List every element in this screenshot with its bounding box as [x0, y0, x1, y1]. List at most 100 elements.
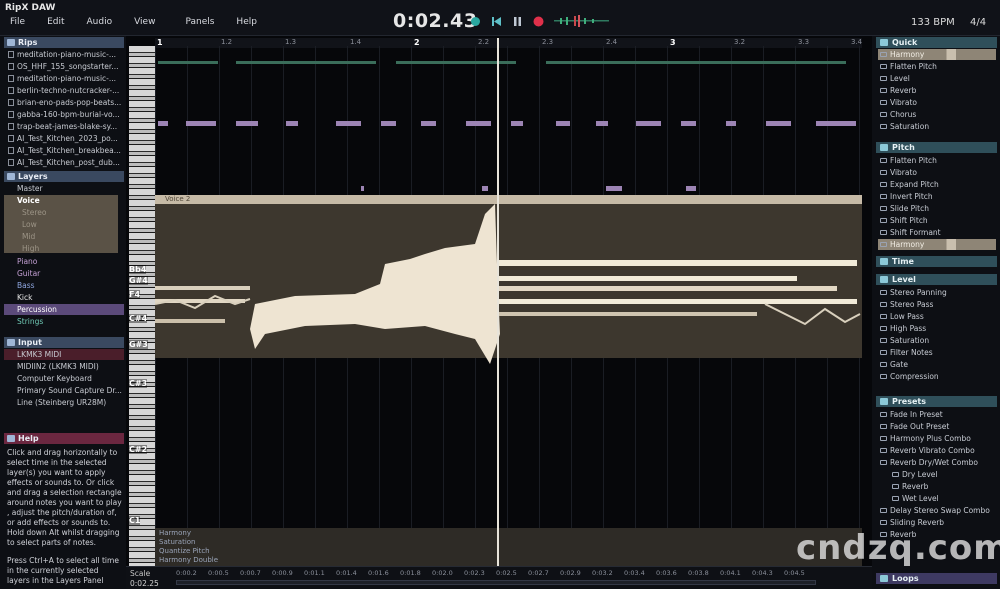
time-header[interactable]: Time: [876, 256, 997, 267]
level-compression[interactable]: Compression: [878, 371, 996, 382]
voice-note[interactable]: [155, 319, 225, 323]
rip-item[interactable]: trap-beat-james-blake-sy...: [4, 121, 124, 132]
rip-item[interactable]: gabba-160-bpm-burial-vo...: [4, 109, 124, 120]
percussion-note[interactable]: [482, 186, 488, 191]
preset-item[interactable]: Reverb Vibrato Combo: [878, 445, 996, 456]
percussion-note[interactable]: [726, 121, 736, 126]
piano-keys[interactable]: [129, 46, 155, 566]
menu-panels[interactable]: Panels: [185, 17, 214, 27]
layer-master[interactable]: Master: [4, 183, 124, 194]
voice-note[interactable]: [155, 286, 250, 290]
effect-flatten-pitch[interactable]: Flatten Pitch: [878, 61, 996, 72]
help-header[interactable]: Help: [4, 433, 124, 444]
pitch-flatten[interactable]: Flatten Pitch: [878, 155, 996, 166]
menu-audio[interactable]: Audio: [87, 17, 113, 27]
voice-sub-mid[interactable]: Mid: [4, 231, 124, 242]
timeline-bar[interactable]: Scale 0:00.2 0:00.5 0:00.7 0:00.9 0:01.1…: [126, 566, 872, 589]
preset-item[interactable]: Reverb Dry/Wet Combo: [878, 457, 996, 468]
input-item[interactable]: LKMK3 MIDI: [4, 349, 124, 360]
voice-sub-high[interactable]: High: [4, 243, 124, 254]
lane-saturation[interactable]: Saturation: [159, 538, 196, 546]
rips-header[interactable]: Rips: [4, 37, 124, 48]
menu-edit[interactable]: Edit: [47, 17, 64, 27]
preset-item[interactable]: Fade Out Preset: [878, 421, 996, 432]
voice-note[interactable]: [497, 312, 757, 316]
rip-item[interactable]: AI_Test_Kitchen_breakbea...: [4, 145, 124, 156]
percussion-note[interactable]: [186, 121, 216, 126]
effect-vibrato[interactable]: Vibrato: [878, 97, 996, 108]
loop-icon[interactable]: [470, 16, 481, 27]
lane-quantize-pitch[interactable]: Quantize Pitch: [159, 547, 210, 555]
pause-icon[interactable]: [512, 16, 523, 27]
lane-harmony[interactable]: Harmony: [159, 529, 191, 537]
voice-note[interactable]: [497, 286, 837, 291]
voice-blob[interactable]: [250, 204, 500, 364]
layer-voice[interactable]: Voice: [4, 195, 124, 206]
layer-piano[interactable]: Piano: [4, 256, 124, 267]
effect-chorus[interactable]: Chorus: [878, 109, 996, 120]
preset-subitem[interactable]: Wet Level: [878, 493, 996, 504]
strings-note[interactable]: [158, 61, 218, 64]
rip-item[interactable]: AI_Test_Kitchen_post_dub...: [4, 157, 124, 168]
rip-item[interactable]: OS_HHF_155_songstarter...: [4, 61, 124, 72]
voice-note[interactable]: [497, 276, 797, 281]
playhead[interactable]: [497, 38, 499, 568]
voice-sub-stereo[interactable]: Stereo: [4, 207, 124, 218]
pitch-shift[interactable]: Shift Pitch: [878, 215, 996, 226]
input-item[interactable]: Primary Sound Capture Dr...: [4, 385, 124, 396]
level-low-pass[interactable]: Low Pass: [878, 311, 996, 322]
loops-header[interactable]: Loops: [876, 573, 997, 584]
effect-level[interactable]: Level: [878, 73, 996, 84]
level-saturation[interactable]: Saturation: [878, 335, 996, 346]
tempo-display[interactable]: 133 BPM: [911, 17, 955, 28]
rip-item[interactable]: meditation-piano-music-...: [4, 49, 124, 60]
percussion-note[interactable]: [286, 121, 298, 126]
input-header[interactable]: Input: [4, 337, 124, 348]
level-high-pass[interactable]: High Pass: [878, 323, 996, 334]
voice-sub-low[interactable]: Low: [4, 219, 124, 230]
preset-item[interactable]: Delay Stereo Swap Combo: [878, 505, 996, 516]
percussion-note[interactable]: [636, 121, 661, 126]
percussion-note[interactable]: [681, 121, 696, 126]
rewind-icon[interactable]: [491, 16, 502, 27]
layer-kick[interactable]: Kick: [4, 292, 124, 303]
percussion-note[interactable]: [466, 121, 491, 126]
percussion-note[interactable]: [158, 121, 168, 126]
pitch-shift-formant[interactable]: Shift Formant: [878, 227, 996, 238]
effect-lanes[interactable]: Harmony Saturation Quantize Pitch Harmon…: [155, 528, 862, 566]
rip-item[interactable]: AI_Test_Kitchen_2023_po...: [4, 133, 124, 144]
presets-header[interactable]: Presets: [876, 396, 997, 407]
level-stereo-panning[interactable]: Stereo Panning: [878, 287, 996, 298]
layers-header[interactable]: Layers: [4, 171, 124, 182]
rip-item[interactable]: meditation-piano-music-...: [4, 73, 124, 84]
preset-subitem[interactable]: Reverb: [878, 481, 996, 492]
pitch-vibrato[interactable]: Vibrato: [878, 167, 996, 178]
percussion-note[interactable]: [556, 121, 570, 126]
rip-item[interactable]: berlin-techno-nutcracker-...: [4, 85, 124, 96]
preset-item[interactable]: Sliding Reverb: [878, 517, 996, 528]
level-filter-notes[interactable]: Filter Notes: [878, 347, 996, 358]
input-item[interactable]: Computer Keyboard: [4, 373, 124, 384]
rip-item[interactable]: brian-eno-pads-pop-beats...: [4, 97, 124, 108]
pitch-header[interactable]: Pitch: [876, 142, 997, 153]
effect-harmony[interactable]: Harmony: [878, 49, 996, 60]
menu-help[interactable]: Help: [236, 17, 257, 27]
voice-layer-bar[interactable]: Voice 2: [155, 195, 862, 204]
voice-note[interactable]: [497, 299, 857, 304]
input-item[interactable]: MIDIIN2 (LKMK3 MIDI): [4, 361, 124, 372]
level-stereo-pass[interactable]: Stereo Pass: [878, 299, 996, 310]
input-item[interactable]: Line (Steinberg UR28M): [4, 397, 124, 408]
layer-bass[interactable]: Bass: [4, 280, 124, 291]
pitch-expand[interactable]: Expand Pitch: [878, 179, 996, 190]
strings-note[interactable]: [546, 61, 846, 64]
pitch-invert[interactable]: Invert Pitch: [878, 191, 996, 202]
timeline-scrollbar[interactable]: [176, 580, 816, 585]
record-icon[interactable]: [533, 16, 544, 27]
strings-note[interactable]: [236, 61, 376, 64]
pitch-harmony[interactable]: Harmony: [878, 239, 996, 250]
percussion-note[interactable]: [606, 186, 622, 191]
layer-strings[interactable]: Strings: [4, 316, 124, 327]
percussion-note[interactable]: [336, 121, 361, 126]
level-gate[interactable]: Gate: [878, 359, 996, 370]
timeline-scale-label[interactable]: Scale: [130, 569, 150, 578]
